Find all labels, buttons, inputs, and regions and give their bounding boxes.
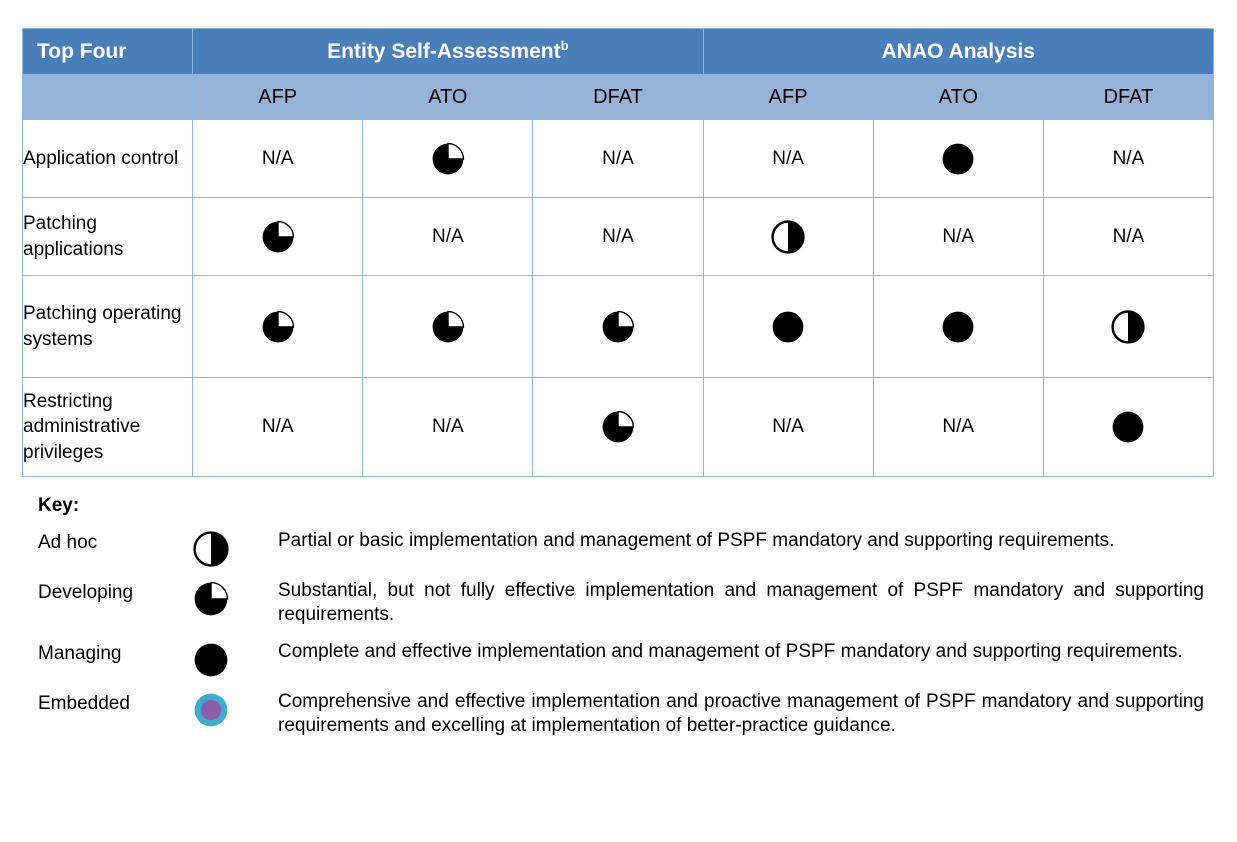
embedded-icon <box>193 692 229 728</box>
cell-not-applicable: N/A <box>872 197 1044 276</box>
managing-icon <box>193 642 229 678</box>
cell-not-applicable: N/A <box>362 197 534 276</box>
table-body: Application control N/A N/A N/A N/A Patching … <box>21 119 1215 477</box>
managing-icon <box>941 142 975 176</box>
key-entry-term: Embedded <box>38 692 130 714</box>
developing-icon <box>261 220 295 254</box>
key-entry: Managing Complete and effective implement… <box>38 640 1218 678</box>
cell-rating-managing <box>872 119 1044 198</box>
header-sub-anao-dfat: DFAT <box>1042 74 1215 120</box>
cell-not-applicable: N/A <box>532 197 704 276</box>
cell-not-applicable: N/A <box>192 119 364 198</box>
figure-root: Top Four Entity Self-Assessmentb ANAO An… <box>0 0 1237 842</box>
adhoc-icon <box>1111 309 1146 344</box>
table-row: Restricting administrative privileges N/A… <box>21 377 1215 477</box>
developing-icon <box>601 410 635 444</box>
cell-not-applicable: N/A <box>532 119 704 198</box>
cell-not-applicable: N/A <box>1042 119 1215 198</box>
footnote-marker-b: b <box>560 37 569 53</box>
key-entry-icon-slot <box>193 579 278 617</box>
managing-icon <box>941 310 975 344</box>
table-header: Top Four Entity Self-Assessmentb ANAO An… <box>21 28 1215 120</box>
cell-not-applicable: N/A <box>702 119 874 198</box>
key-entry-term: Managing <box>38 642 122 664</box>
developing-icon <box>431 142 465 176</box>
developing-icon <box>601 310 635 344</box>
header-sub-anao-ato: ATO <box>872 74 1044 120</box>
key-entry-description: Substantial, but not fully effective imp… <box>278 580 1204 626</box>
cell-rating-developing <box>362 275 534 378</box>
key-entry: Embedded Comprehensive and effective impl… <box>38 690 1218 739</box>
table-row: Patching operating systems <box>21 275 1215 378</box>
cell-rating-developing <box>532 377 704 477</box>
key-entry-list: Ad hoc Partial or basic implementation an… <box>38 529 1218 738</box>
key-heading: Key: <box>38 495 80 516</box>
row-label: Restricting administrative privileges <box>21 377 194 477</box>
key-entry-icon-slot <box>193 529 278 567</box>
cell-rating-adhoc <box>1042 275 1215 378</box>
cell-rating-developing <box>192 197 364 276</box>
cell-rating-developing <box>532 275 704 378</box>
adhoc-icon <box>193 531 229 567</box>
header-sub-entity-afp: AFP <box>192 74 364 120</box>
key-entry-term: Developing <box>38 582 134 603</box>
header-sub-blank <box>21 74 194 120</box>
adhoc-icon <box>771 219 805 254</box>
managing-icon <box>771 310 805 344</box>
header-sub-entity-ato: ATO <box>362 74 534 120</box>
cell-not-applicable: N/A <box>702 377 874 477</box>
developing-icon <box>193 581 229 617</box>
key-entry-icon-slot <box>193 690 278 728</box>
header-sub-anao-afp: AFP <box>702 74 874 120</box>
row-label: Application control <box>21 119 194 198</box>
cell-not-applicable: N/A <box>872 377 1044 477</box>
header-sub-entity-dfat: DFAT <box>532 74 704 120</box>
key-entry: Ad hoc Partial or basic implementation an… <box>38 529 1218 567</box>
cell-not-applicable: N/A <box>1042 197 1215 276</box>
header-top-four: Top Four <box>21 28 194 75</box>
key-entry-description: Complete and effective implementation an… <box>278 640 1183 662</box>
cell-rating-managing <box>1042 377 1215 477</box>
cell-not-applicable: N/A <box>362 377 534 477</box>
cell-not-applicable: N/A <box>192 377 364 477</box>
managing-icon <box>1111 410 1145 444</box>
key-entry-description: Partial or basic implementation and mana… <box>278 530 1115 551</box>
developing-icon <box>431 310 465 344</box>
cell-rating-adhoc <box>702 197 874 276</box>
cell-rating-managing <box>872 275 1044 378</box>
key-entry-description: Comprehensive and effective implementati… <box>278 690 1204 736</box>
developing-icon <box>261 310 295 344</box>
row-label: Patching operating systems <box>21 275 194 378</box>
cell-rating-managing <box>702 275 874 378</box>
maturity-assessment-table: Top Four Entity Self-Assessmentb ANAO An… <box>21 28 1215 477</box>
table-header-top-row: Top Four Entity Self-Assessmentb ANAO An… <box>21 28 1215 75</box>
table-row: Application control N/A N/A N/A N/A <box>21 119 1215 198</box>
row-label: Patching applications <box>21 197 194 276</box>
cell-rating-developing <box>192 275 364 378</box>
key-entry: Developing Substantial, but not fully eff… <box>38 579 1218 628</box>
key-entry-term: Ad hoc <box>38 532 98 553</box>
key-legend: Key: Ad hoc Partial or basic implementati… <box>38 495 1218 750</box>
header-entity-self-assessment: Entity Self-Assessmentb <box>192 28 704 75</box>
table-row: Patching applications N/A N/A N/A N/A <box>21 197 1215 276</box>
header-anao-analysis: ANAO Analysis <box>702 28 1215 75</box>
table-header-sub-row: AFP ATO DFAT AFP ATO DFAT <box>21 74 1215 120</box>
cell-rating-developing <box>362 119 534 198</box>
key-entry-icon-slot <box>193 640 278 678</box>
